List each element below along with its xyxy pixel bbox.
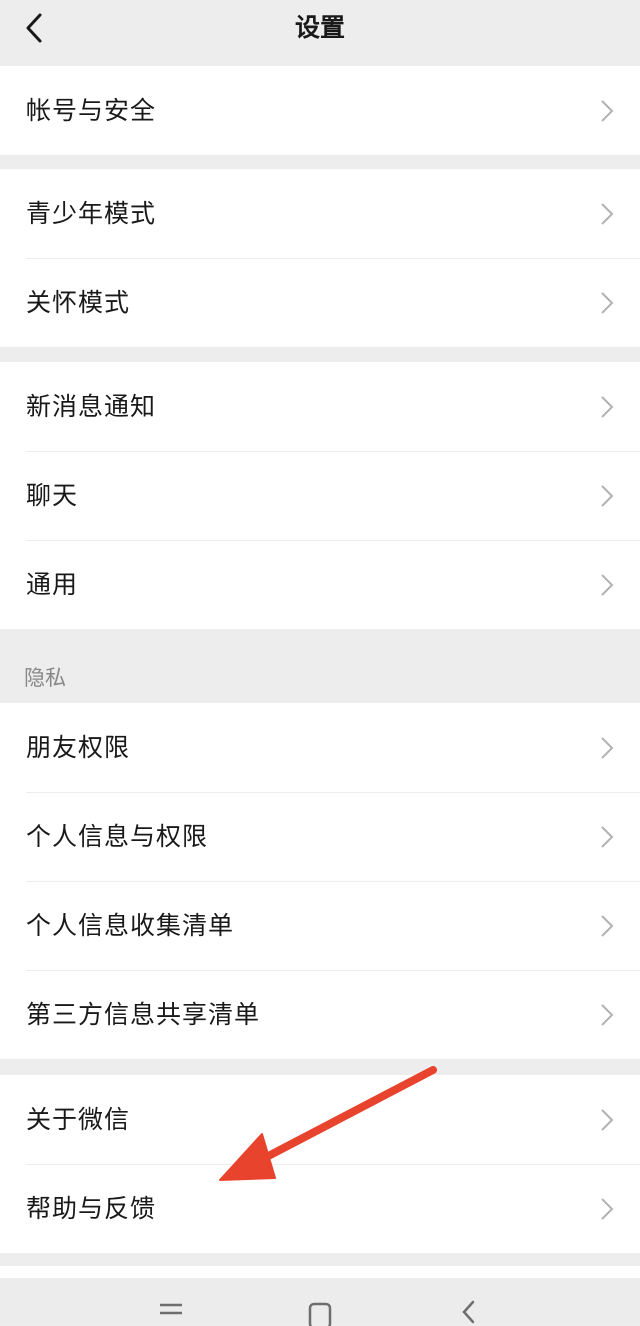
section-title-privacy: 隐私 — [24, 666, 66, 690]
settings-item-label: 个人信息收集清单 — [26, 910, 235, 940]
settings-group-about: 关于微信 帮助与反馈 — [0, 1075, 640, 1253]
settings-item-label: 关于微信 — [26, 1104, 131, 1134]
chevron-right-icon — [601, 292, 614, 314]
settings-item-label: 个人信息与权限 — [26, 821, 209, 851]
settings-item-notifications[interactable]: 新消息通知 — [0, 362, 640, 451]
settings-item-personal-info-permissions[interactable]: 个人信息与权限 — [0, 792, 640, 881]
chevron-right-icon — [601, 915, 614, 937]
settings-item-third-party-sharing[interactable]: 第三方信息共享清单 — [0, 970, 640, 1059]
settings-item-personal-info-list[interactable]: 个人信息收集清单 — [0, 881, 640, 970]
chevron-right-icon — [601, 100, 614, 122]
menu-icon[interactable] — [151, 1296, 191, 1326]
settings-item-chat[interactable]: 聊天 — [0, 451, 640, 540]
settings-group-modes: 青少年模式 关怀模式 — [0, 169, 640, 347]
settings-group-account: 帐号与安全 — [0, 66, 640, 155]
settings-item-account-security[interactable]: 帐号与安全 — [0, 66, 640, 155]
settings-group-privacy: 朋友权限 个人信息与权限 个人信息收集清单 第三方信息共享清单 — [0, 703, 640, 1059]
settings-item-help-feedback[interactable]: 帮助与反馈 — [0, 1164, 640, 1253]
chevron-right-icon — [601, 826, 614, 848]
settings-item-about-wechat[interactable]: 关于微信 — [0, 1075, 640, 1164]
settings-item-care-mode[interactable]: 关怀模式 — [0, 258, 640, 347]
settings-item-label: 聊天 — [26, 480, 79, 510]
settings-item-friend-permissions[interactable]: 朋友权限 — [0, 703, 640, 792]
settings-item-label: 帮助与反馈 — [26, 1193, 157, 1223]
settings-group-general: 新消息通知 聊天 通用 — [0, 362, 640, 629]
settings-item-label: 朋友权限 — [26, 732, 131, 762]
settings-item-label: 关怀模式 — [26, 287, 131, 317]
settings-item-label: 新消息通知 — [26, 391, 157, 421]
settings-item-label: 通用 — [26, 569, 79, 599]
settings-item-general[interactable]: 通用 — [0, 540, 640, 629]
chevron-right-icon — [601, 1198, 614, 1220]
chevron-right-icon — [601, 737, 614, 759]
page-title: 设置 — [294, 13, 345, 42]
chevron-right-icon — [601, 574, 614, 596]
chevron-right-icon — [601, 1109, 614, 1131]
chevron-right-icon — [601, 203, 614, 225]
next-group-edge — [0, 1266, 640, 1278]
settings-item-label: 第三方信息共享清单 — [26, 999, 261, 1029]
settings-item-teen-mode[interactable]: 青少年模式 — [0, 169, 640, 258]
chevron-right-icon — [601, 396, 614, 418]
settings-item-label: 青少年模式 — [26, 198, 157, 228]
chevron-right-icon — [601, 1004, 614, 1026]
settings-item-label: 帐号与安全 — [26, 95, 157, 125]
system-nav-bar — [0, 1278, 640, 1326]
back-icon[interactable] — [448, 1296, 488, 1326]
chevron-right-icon — [601, 485, 614, 507]
top-bar: 设置 — [0, 0, 640, 66]
home-square-icon[interactable] — [300, 1296, 340, 1326]
